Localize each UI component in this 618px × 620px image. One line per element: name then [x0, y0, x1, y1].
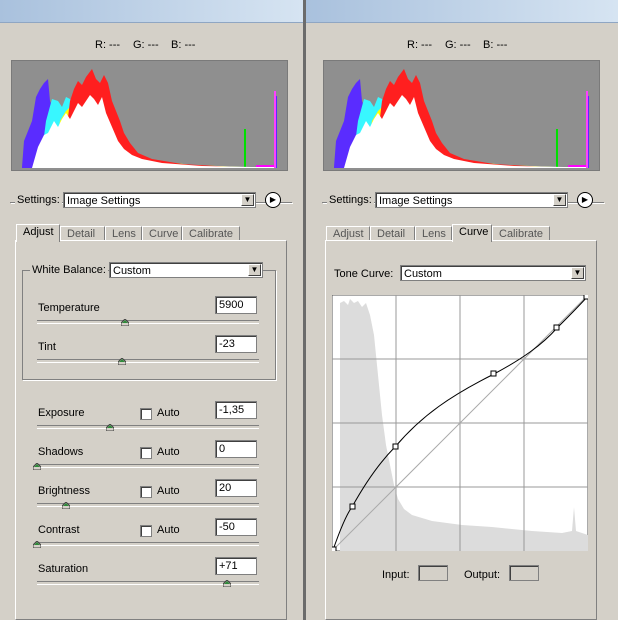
input-label: Input: — [382, 569, 410, 581]
auto-checkbox[interactable] — [140, 447, 152, 459]
white-balance-group — [22, 270, 276, 380]
tone-curve-select[interactable]: Custom ▼ — [400, 265, 586, 281]
value-field[interactable]: 5900 — [215, 296, 257, 314]
slider-thumb[interactable] — [32, 461, 42, 471]
tab-adjust[interactable]: Adjust — [16, 224, 60, 242]
slider-thumb[interactable] — [61, 500, 71, 510]
auto-label: Auto — [157, 446, 180, 458]
auto-label: Auto — [157, 524, 180, 536]
r-readout: R: --- — [407, 39, 433, 51]
output-field[interactable] — [509, 565, 539, 581]
settings-value: Image Settings — [67, 195, 141, 207]
auto-checkbox[interactable] — [140, 486, 152, 498]
settings-select[interactable]: Image Settings ▼ — [375, 192, 568, 208]
slider-label: Tint — [38, 341, 56, 353]
settings-menu-icon[interactable]: ▶ — [577, 192, 593, 208]
histogram — [11, 60, 288, 171]
white-balance-select[interactable]: Custom ▼ — [109, 262, 263, 278]
tab-curve[interactable]: Curve — [142, 226, 182, 241]
curve-point[interactable] — [490, 370, 497, 377]
settings-menu-icon[interactable]: ▶ — [265, 192, 281, 208]
tab-strip: Adjust Detail Lens Curve Calibrate — [16, 224, 286, 242]
chevron-down-icon: ▼ — [553, 194, 566, 206]
value-field[interactable]: 20 — [215, 479, 257, 497]
settings-label: Settings: — [15, 194, 62, 206]
slider-thumb[interactable] — [32, 539, 42, 549]
slider-track[interactable] — [37, 320, 259, 324]
slider-label: Saturation — [38, 563, 89, 575]
slider-track[interactable] — [37, 464, 259, 468]
chevron-down-icon: ▼ — [248, 264, 261, 276]
curve-point[interactable] — [392, 443, 399, 450]
settings-label: Settings: — [327, 194, 374, 206]
curve-point[interactable] — [330, 546, 337, 553]
slider-label: Temperature — [38, 302, 100, 314]
title-bar — [306, 0, 618, 23]
slider-track[interactable] — [37, 359, 259, 363]
slider-track[interactable] — [37, 542, 259, 546]
auto-label: Auto — [157, 407, 180, 419]
b-readout: B: --- — [483, 39, 508, 51]
tab-strip: Adjust Detail Lens Curve Calibrate — [326, 224, 596, 242]
tab-curve[interactable]: Curve — [452, 224, 492, 242]
title-bar — [0, 0, 303, 23]
chevron-down-icon: ▼ — [571, 267, 584, 279]
chevron-down-icon: ▼ — [241, 194, 254, 206]
tab-adjust[interactable]: Adjust — [326, 226, 370, 241]
curve-point[interactable] — [583, 293, 590, 300]
tone-curve-graph[interactable] — [330, 293, 590, 553]
input-field[interactable] — [418, 565, 448, 581]
left-panel: R: --- G: --- B: --- Settings: Image Set… — [0, 0, 303, 620]
tab-detail[interactable]: Detail — [370, 226, 415, 241]
tab-detail[interactable]: Detail — [60, 226, 105, 241]
settings-select[interactable]: Image Settings ▼ — [63, 192, 256, 208]
tone-curve-value: Custom — [404, 268, 442, 280]
tone-curve-label: Tone Curve: — [334, 268, 394, 280]
value-field[interactable]: -1,35 — [215, 401, 257, 419]
tone-curve-svg[interactable] — [330, 293, 590, 553]
white-balance-label: White Balance: — [30, 264, 108, 276]
slider-label: Exposure — [38, 407, 85, 419]
auto-checkbox[interactable] — [140, 408, 152, 420]
auto-checkbox[interactable] — [140, 525, 152, 537]
tab-calibrate[interactable]: Calibrate — [492, 226, 550, 241]
white-balance-value: Custom — [113, 265, 151, 277]
b-readout: B: --- — [171, 39, 196, 51]
slider-thumb[interactable] — [120, 317, 130, 327]
tab-lens[interactable]: Lens — [415, 226, 452, 241]
slider-thumb[interactable] — [105, 422, 115, 432]
value-field[interactable]: 0 — [215, 440, 257, 458]
slider-thumb[interactable] — [222, 578, 232, 588]
histogram — [323, 60, 600, 171]
slider-track[interactable] — [37, 503, 259, 507]
output-label: Output: — [464, 569, 501, 581]
tab-calibrate[interactable]: Calibrate — [182, 226, 240, 241]
slider-label: Brightness — [38, 485, 90, 497]
auto-label: Auto — [157, 485, 180, 497]
slider-track[interactable] — [37, 425, 259, 429]
curve-point[interactable] — [349, 503, 356, 510]
value-field[interactable]: +71 — [215, 557, 257, 575]
curve-point[interactable] — [553, 324, 560, 331]
slider-label: Contrast — [38, 524, 80, 536]
value-field[interactable]: -23 — [215, 335, 257, 353]
slider-thumb[interactable] — [117, 356, 127, 366]
slider-label: Shadows — [38, 446, 84, 458]
value-field[interactable]: -50 — [215, 518, 257, 536]
r-readout: R: --- — [95, 39, 121, 51]
g-readout: G: --- — [133, 39, 159, 51]
tab-lens[interactable]: Lens — [105, 226, 142, 241]
g-readout: G: --- — [445, 39, 471, 51]
settings-value: Image Settings — [379, 195, 453, 207]
